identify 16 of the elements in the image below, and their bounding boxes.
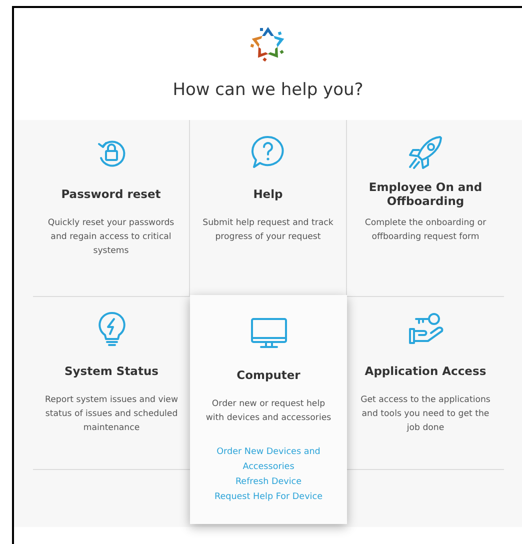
tile-title: Employee On and Offboarding [368,180,484,208]
tile-title: Help [253,186,283,202]
tile-title: Application Access [364,364,486,378]
tile-title: Password reset [61,186,161,202]
service-tile[interactable]: Application Access Get access to the applications and tools you need to get the job done [347,297,504,470]
page-heading: How can we help you? [172,80,364,100]
tile-description: Complete the onboarding or offboarding request form [364,217,488,244]
tile-description: Quickly reset your passwords and regain access to critical systems [46,217,176,258]
tile-description: Order new or request help with devices and accessories [204,398,332,425]
tile-description: Get access to the applications and tools you need to get the job done [360,394,492,435]
tile-title: Computer [236,368,300,382]
tile-description: Submit help request and track progress of your request [202,217,334,244]
tile-title: System Status [64,364,158,378]
service-tile[interactable]: Password reset Quickly reset your passwords and regain access to critical systems [33,120,190,297]
tile-description: Report system issues and view status of issues and scheduled maintenance [44,394,179,435]
service-tile[interactable]: Employee On and Offboarding Complete the onboarding or offboarding request form [347,120,504,297]
